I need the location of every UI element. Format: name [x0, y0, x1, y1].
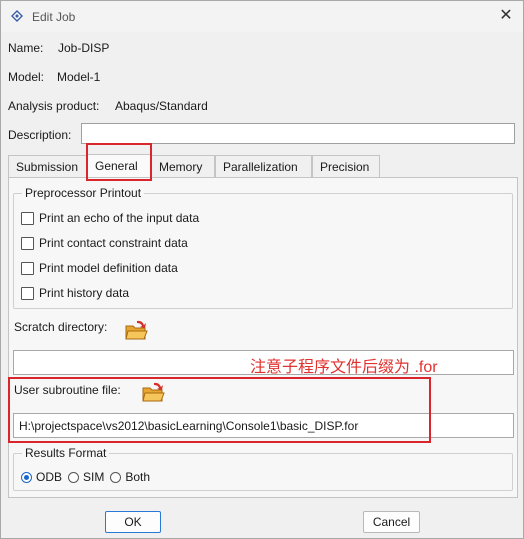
tab-submission[interactable]: Submission — [8, 155, 87, 178]
sim-label: SIM — [83, 470, 105, 484]
analysis-product-label: Analysis product: — [8, 99, 100, 113]
description-label: Description: — [8, 128, 72, 142]
window-title: Edit Job — [32, 10, 76, 24]
model-definition-label: Print model definition data — [39, 261, 178, 275]
tab-memory[interactable]: Memory — [151, 155, 215, 178]
cancel-button[interactable]: Cancel — [363, 511, 420, 533]
edit-job-dialog: Edit Job ✕ Name: Job-DISP Model: Model-1… — [0, 0, 524, 539]
results-format-title: Results Format — [22, 446, 110, 460]
title-bar[interactable]: Edit Job ✕ — [1, 1, 523, 32]
both-radio[interactable] — [110, 471, 122, 483]
odb-radio-item[interactable]: ODB — [21, 470, 62, 484]
odb-radio[interactable] — [21, 471, 32, 483]
history-data-label: Print history data — [39, 286, 130, 300]
contact-constraint-label: Print contact constraint data — [39, 236, 188, 250]
close-icon[interactable]: ✕ — [495, 5, 517, 27]
abaqus-app-icon — [11, 10, 23, 22]
model-definition-checkbox-row[interactable]: Print model definition data — [21, 260, 178, 276]
preprocessor-printout-title: Preprocessor Printout — [22, 186, 145, 200]
echo-input-label: Print an echo of the input data — [39, 211, 200, 225]
history-data-checkbox[interactable] — [21, 286, 34, 300]
results-format-radio-row: ODB SIM Both — [21, 470, 156, 484]
echo-input-checkbox-row[interactable]: Print an echo of the input data — [21, 210, 199, 226]
ok-button[interactable]: OK — [105, 511, 161, 533]
subroutine-highlight-box — [8, 377, 431, 443]
sim-radio-item[interactable]: SIM — [68, 470, 104, 484]
sim-radio[interactable] — [68, 471, 80, 483]
contact-constraint-checkbox[interactable] — [21, 236, 34, 250]
scratch-directory-label: Scratch directory: — [14, 320, 108, 334]
model-label: Model: — [8, 70, 45, 84]
tab-parallelization[interactable]: Parallelization — [215, 155, 312, 178]
contact-constraint-checkbox-row[interactable]: Print contact constraint data — [21, 235, 188, 251]
scratch-folder-open-icon[interactable] — [124, 319, 148, 341]
name-value: Job-DISP — [58, 41, 110, 55]
model-definition-checkbox[interactable] — [21, 261, 34, 275]
analysis-product-value: Abaqus/Standard — [115, 99, 208, 113]
history-data-checkbox-row[interactable]: Print history data — [21, 285, 129, 301]
tab-precision[interactable]: Precision — [312, 155, 380, 178]
echo-input-checkbox[interactable] — [21, 211, 34, 225]
both-radio-item[interactable]: Both — [110, 470, 150, 484]
description-input[interactable] — [81, 123, 515, 144]
model-value: Model-1 — [57, 70, 101, 84]
general-tab-highlight-box — [86, 143, 152, 181]
annotation-note: 注意子程序文件后缀为 .for — [250, 359, 438, 376]
odb-label: ODB — [36, 470, 63, 484]
both-label: Both — [125, 470, 151, 484]
name-label: Name: — [8, 41, 44, 55]
